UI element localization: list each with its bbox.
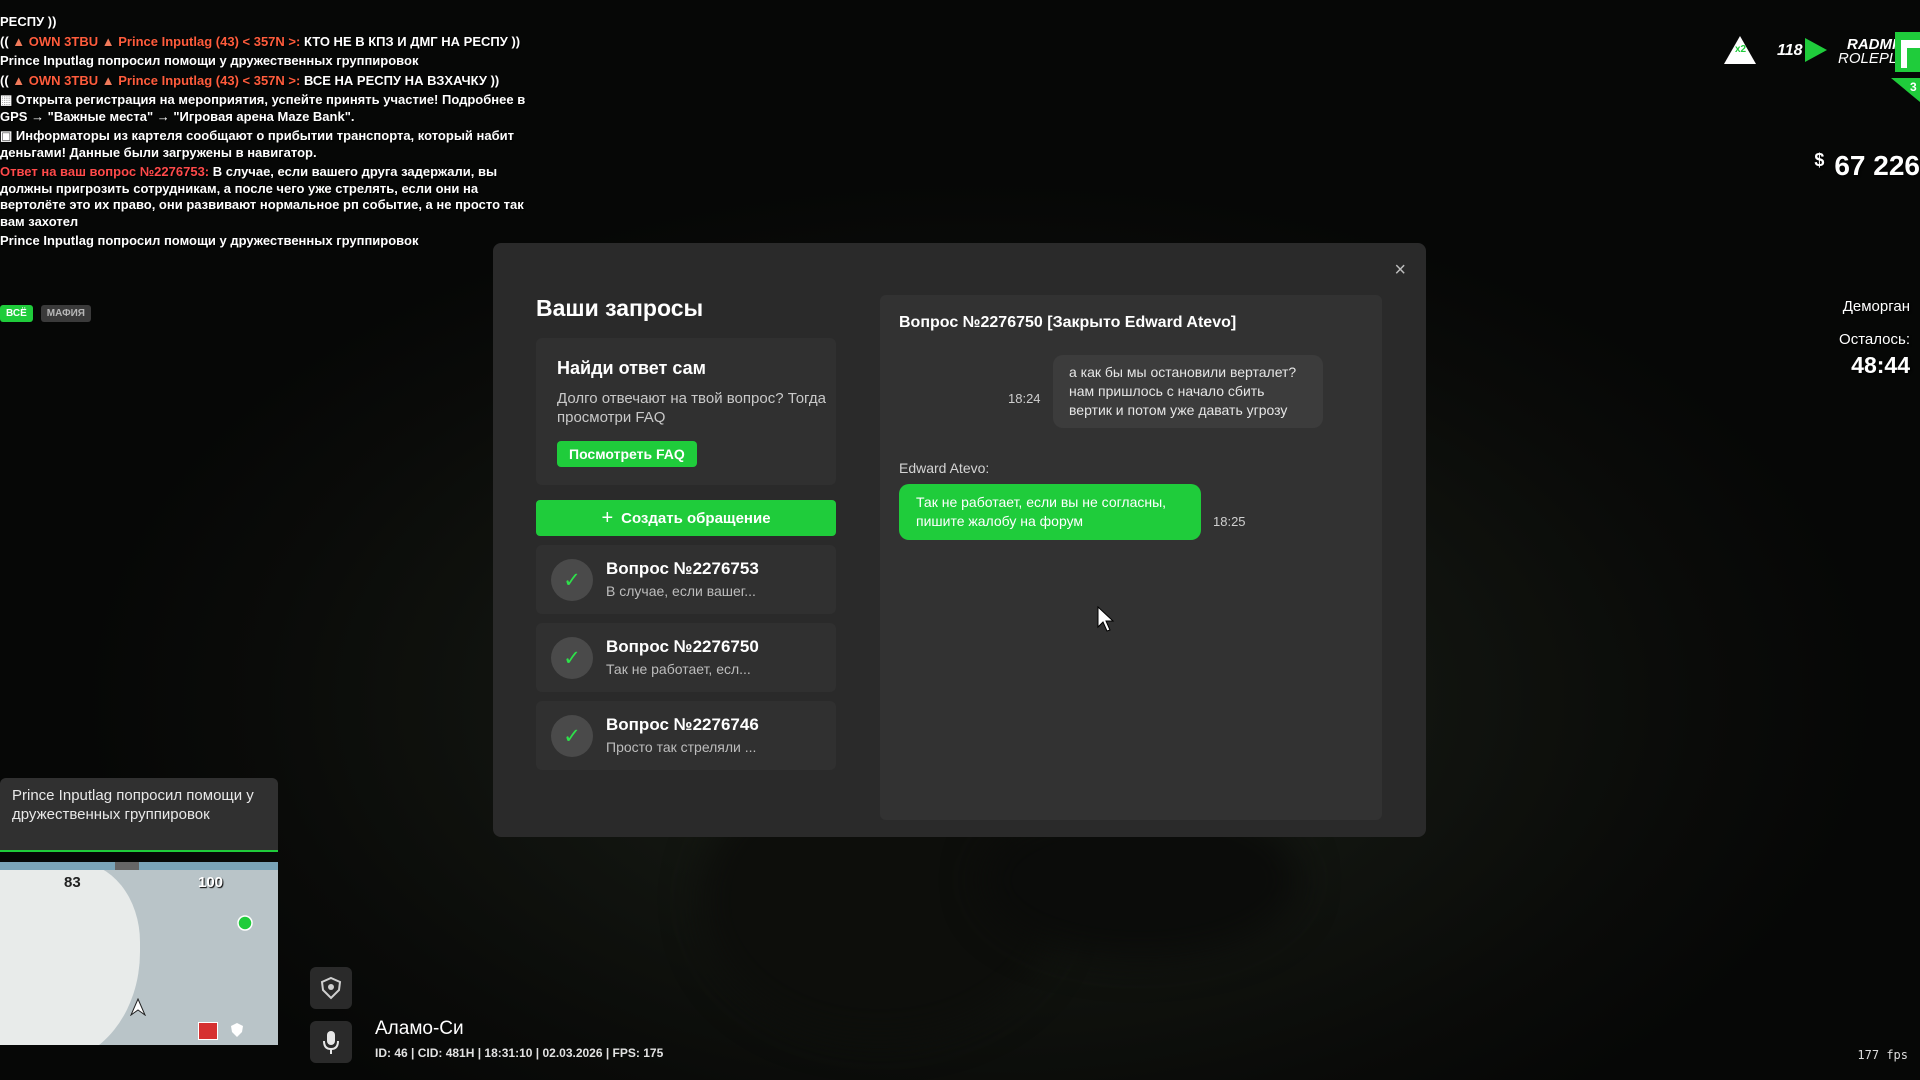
x2-badge: x2 — [1735, 44, 1747, 55]
faq-text: Долго отвечают на твой вопрос? Тогда про… — [557, 390, 826, 426]
admin-message: Так не работает, если вы не согласны, пи… — [899, 484, 1201, 540]
check-icon: ✓ — [551, 715, 593, 757]
remain-time: 48:44 — [1851, 352, 1910, 378]
chat-tab-all[interactable]: ВСЁ — [0, 305, 33, 322]
chat-line: РЕСПУ )) — [0, 14, 57, 29]
view-faq-button[interactable]: Посмотреть FAQ — [557, 441, 697, 467]
chat-line: Ответ на ваш вопрос №2276753: В случае, … — [0, 164, 524, 229]
player-name: Prince Inputlag (43) < 357N >: — [118, 72, 301, 88]
chat-line: (( ▲ OWN 3TBU ▲ Prince Inputlag (43) < 3… — [0, 72, 500, 88]
chat-line: ▣ Информаторы из картеля сообщают о приб… — [0, 128, 514, 160]
player-arrow-icon — [130, 998, 146, 1016]
mouse-cursor-icon — [1097, 606, 1115, 632]
request-item[interactable]: ✓ Вопрос №2276746 Просто так стреляли ..… — [536, 701, 836, 770]
waypoint-icon — [237, 915, 253, 931]
request-snippet: Просто так стреляли ... — [606, 739, 757, 755]
conversation-panel: Вопрос №2276750 [Закрыто Edward Atevo] 1… — [880, 295, 1382, 820]
player-info-bar: ID: 46 | CID: 481Н | 18:31:10 | 02.03.20… — [375, 1046, 664, 1060]
help-notification: Prince Inputlag попросил помощи у дружес… — [0, 778, 278, 852]
online-count: 118 — [1777, 42, 1803, 59]
online-icon — [1805, 38, 1827, 62]
money-display: $67 226 — [1814, 150, 1920, 182]
map-bar-marker — [115, 862, 139, 870]
remain-label: Осталось: — [1839, 331, 1910, 348]
microphone-icon — [323, 1031, 339, 1054]
admin-name: Edward Atevo: — [899, 460, 990, 476]
poop-icon: ▲ — [101, 72, 115, 88]
chat-line: Prince Inputlag попросил помощи у дружес… — [0, 53, 419, 68]
request-title: Вопрос №2276753 — [606, 559, 759, 578]
jail-timer: Деморган Осталось: 48:44 — [1839, 298, 1910, 379]
player-name: Prince Inputlag (43) < 357N >: — [118, 33, 301, 49]
fps-counter: 177 fps — [1857, 1048, 1908, 1062]
user-message-time: 18:24 — [1008, 391, 1041, 406]
armor-button[interactable] — [310, 967, 352, 1009]
create-request-label: Создать обращение — [621, 509, 771, 527]
check-icon: ✓ — [551, 637, 593, 679]
request-title: Вопрос №2276746 — [606, 715, 759, 734]
minimap: 83 100 — [0, 862, 278, 1045]
check-icon: ✓ — [551, 559, 593, 601]
faction-tag: OWN 3TBU — [28, 33, 99, 49]
chat-tabs: ВСЁ МАФИЯ — [0, 305, 91, 322]
location-name: Аламо-Си — [375, 1018, 464, 1039]
poop-icon: ▲ — [12, 33, 26, 49]
conversation-title: Вопрос №2276750 [Закрыто Edward Atevo] — [899, 314, 1237, 331]
money-amount: 67 226 — [1834, 150, 1920, 181]
faction-tag: OWN 3TBU — [28, 72, 99, 88]
requests-modal: × Ваши запросы Найди ответ сам Долго отв… — [493, 243, 1426, 837]
plus-icon: + — [601, 506, 614, 529]
request-title: Вопрос №2276750 — [606, 637, 759, 656]
modal-title: Ваши запросы — [536, 295, 704, 321]
server-number: 3 — [1910, 80, 1917, 94]
faq-card: Найди ответ сам Долго отвечают на твой в… — [536, 338, 836, 485]
create-request-button[interactable]: + Создать обращение — [536, 500, 836, 536]
microphone-button[interactable] — [310, 1021, 352, 1063]
request-item[interactable]: ✓ Вопрос №2276753 В случае, если вашег..… — [536, 545, 836, 614]
request-item[interactable]: ✓ Вопрос №2276750 Так не работает, есл..… — [536, 623, 836, 692]
request-snippet: Так не работает, есл... — [606, 661, 751, 677]
hud-top-right: x2 118 RADMIR ROLEPLAY 3 — [1660, 28, 1920, 108]
gift-icon — [198, 1022, 218, 1040]
answer-label: Ответ на ваш вопрос №2276753: — [0, 164, 210, 179]
chat-line: Prince Inputlag попросил помощи у дружес… — [0, 233, 419, 248]
request-snippet: В случае, если вашег... — [606, 583, 756, 599]
currency-sign: $ — [1814, 150, 1825, 170]
map-top-bar — [0, 862, 278, 870]
chat-line: ▦ Открыта регистрация на мероприятия, ус… — [0, 92, 526, 124]
map-label: 83 — [64, 874, 81, 891]
shield-icon — [231, 1023, 243, 1037]
quest-title: Деморган — [1842, 298, 1910, 315]
poop-icon: ▲ — [12, 72, 26, 88]
shield-icon — [320, 976, 342, 1000]
poop-icon: ▲ — [101, 33, 115, 49]
chat-log: РЕСПУ )) (( ▲ OWN 3TBU ▲ Prince Inputlag… — [0, 14, 540, 253]
map-label: 100 — [198, 874, 224, 891]
user-message: а как бы мы остановили верталет? нам при… — [1053, 355, 1323, 428]
faq-heading: Найди ответ сам — [557, 358, 706, 378]
chat-tab-mafia[interactable]: МАФИЯ — [40, 305, 91, 322]
admin-message-time: 18:25 — [1213, 514, 1246, 529]
close-icon[interactable]: × — [1394, 259, 1406, 282]
chat-line: (( ▲ OWN 3TBU ▲ Prince Inputlag (43) < 3… — [0, 33, 521, 49]
